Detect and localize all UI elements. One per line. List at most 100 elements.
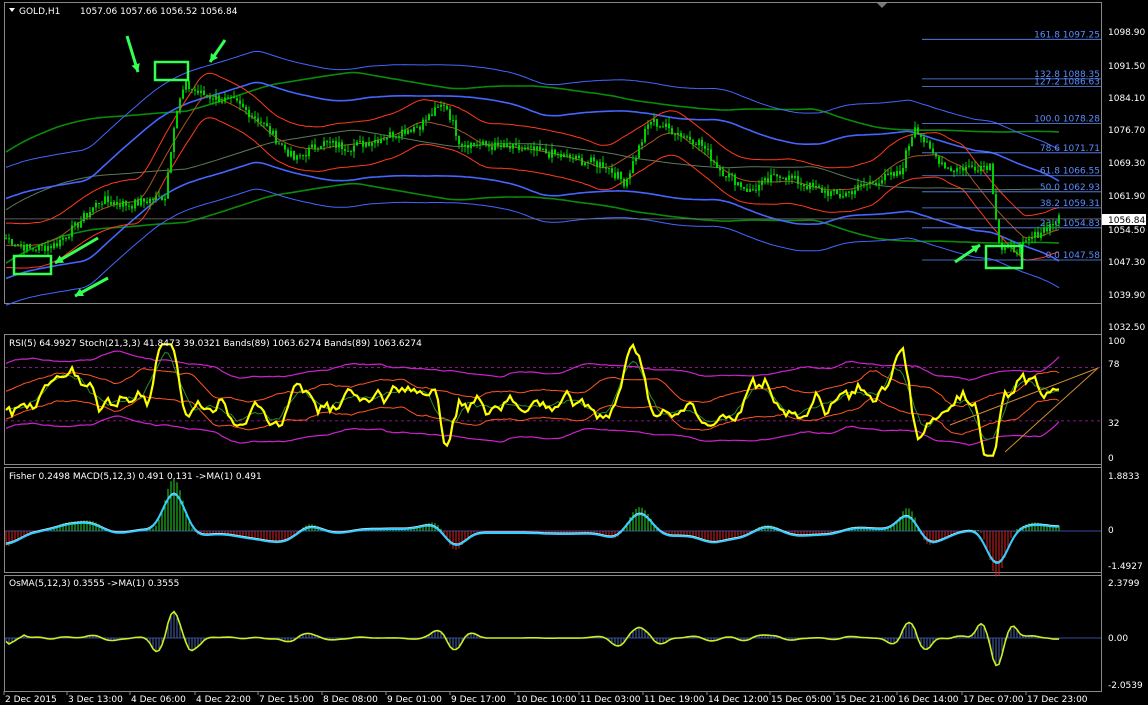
candle-body <box>722 170 724 177</box>
rsi-tick: 78 <box>1108 360 1120 370</box>
candle-body <box>686 136 688 138</box>
candle-body <box>230 97 232 99</box>
trading-chart[interactable]: 161.8 1097.25132.8 1088.35127.2 1086.631… <box>0 0 1148 705</box>
candle-body <box>26 244 28 251</box>
candle-body <box>188 81 190 89</box>
candle-body <box>125 201 127 206</box>
time-label: 2 Dec 2015 <box>5 695 57 705</box>
candle-body <box>992 163 994 195</box>
candle-body <box>14 244 16 246</box>
shift-marker-icon[interactable] <box>877 3 887 8</box>
candle-body <box>338 142 340 148</box>
candle-body <box>140 198 142 206</box>
candle-body <box>185 81 187 90</box>
candle-body <box>77 222 79 228</box>
chart-header: GOLD,H1 1057.06 1057.66 1056.52 1056.84 <box>9 7 238 17</box>
candle-body <box>395 136 397 138</box>
candle-body <box>917 127 919 135</box>
candle-body <box>515 143 517 146</box>
candle-body <box>89 211 91 218</box>
macd-tick: -1.4927 <box>1108 562 1143 572</box>
candle-body <box>518 145 520 151</box>
candle-body <box>71 225 73 237</box>
candle-body <box>218 95 220 103</box>
candle-body <box>356 141 358 146</box>
candle-body <box>425 119 427 121</box>
candle-body <box>995 194 997 220</box>
candle-body <box>740 182 742 187</box>
candle-body <box>158 195 160 197</box>
candle-body <box>701 139 703 146</box>
candle-body <box>503 143 505 148</box>
candle-body <box>161 195 163 201</box>
candle-body <box>410 129 412 132</box>
candle-body <box>968 165 970 167</box>
candle-body <box>260 121 262 123</box>
candle-body <box>38 244 40 251</box>
candle-body <box>245 106 247 110</box>
candle-body <box>335 140 337 148</box>
candle-body <box>689 136 691 140</box>
price-tick: 1032.50 <box>1108 323 1145 333</box>
candle-body <box>710 149 712 162</box>
rsi-band-upper <box>5 350 1060 381</box>
candle-body <box>1043 227 1045 233</box>
time-label: 4 Dec 22:00 <box>196 695 251 705</box>
candle-body <box>194 89 196 91</box>
candle-body <box>572 158 574 160</box>
candle-body <box>467 145 469 149</box>
candle-body <box>965 166 967 171</box>
candle-body <box>953 171 955 173</box>
price-tick: 1054.50 <box>1108 226 1145 236</box>
time-label: 15 Dec 05:00 <box>771 695 832 705</box>
candle-body <box>869 181 871 184</box>
candle-body <box>251 116 253 118</box>
candle-body <box>659 126 661 128</box>
osma-tick: -2.0539 <box>1108 681 1143 691</box>
fib-label: 23.6 1054.83 <box>1040 219 1100 229</box>
candle-body <box>98 202 100 204</box>
candle-body <box>1016 252 1018 255</box>
time-label: 9 Dec 17:00 <box>451 695 506 705</box>
bollinger-bands <box>5 50 1060 306</box>
candle-body <box>941 162 943 164</box>
price-tick: 1039.90 <box>1108 291 1145 301</box>
candle-body <box>266 123 268 127</box>
candle-body <box>878 183 880 185</box>
candle-body <box>239 100 241 104</box>
candle-body <box>176 110 178 129</box>
candle-body <box>860 184 862 186</box>
fib-label: 50.0 1062.93 <box>1040 183 1100 193</box>
osma-title: OsMA(5,12,3) 0.3555 ->MA(1) 0.3555 <box>9 579 179 589</box>
osma-tick: 0.00 <box>1108 634 1128 644</box>
time-label: 4 Dec 06:00 <box>131 695 186 705</box>
dropdown-triangle-icon[interactable] <box>9 8 15 12</box>
candle-body <box>182 89 184 99</box>
candle-body <box>908 145 910 151</box>
candle-body <box>944 162 946 169</box>
candle-body <box>725 176 727 178</box>
candle-body <box>53 243 55 249</box>
candle-body <box>761 180 763 185</box>
candle-body <box>521 149 523 151</box>
candle-body <box>152 198 154 200</box>
candle-body <box>452 120 454 122</box>
candle-body <box>530 146 532 148</box>
candle-body <box>221 101 223 103</box>
price-tick: 1076.70 <box>1108 126 1145 136</box>
candle-body <box>47 246 49 251</box>
candle-body <box>29 244 31 249</box>
candle-body <box>893 172 895 176</box>
candle-body <box>599 162 601 167</box>
candle-body <box>815 185 817 187</box>
candle-body <box>299 155 301 157</box>
candle-body <box>905 150 907 168</box>
candle-body <box>113 201 115 205</box>
candle-body <box>851 191 853 195</box>
candle-body <box>473 142 475 145</box>
candle-body <box>110 202 112 205</box>
candle-body <box>797 175 799 184</box>
candle-body <box>692 139 694 145</box>
candle-body <box>782 177 784 179</box>
candle-body <box>920 134 922 137</box>
